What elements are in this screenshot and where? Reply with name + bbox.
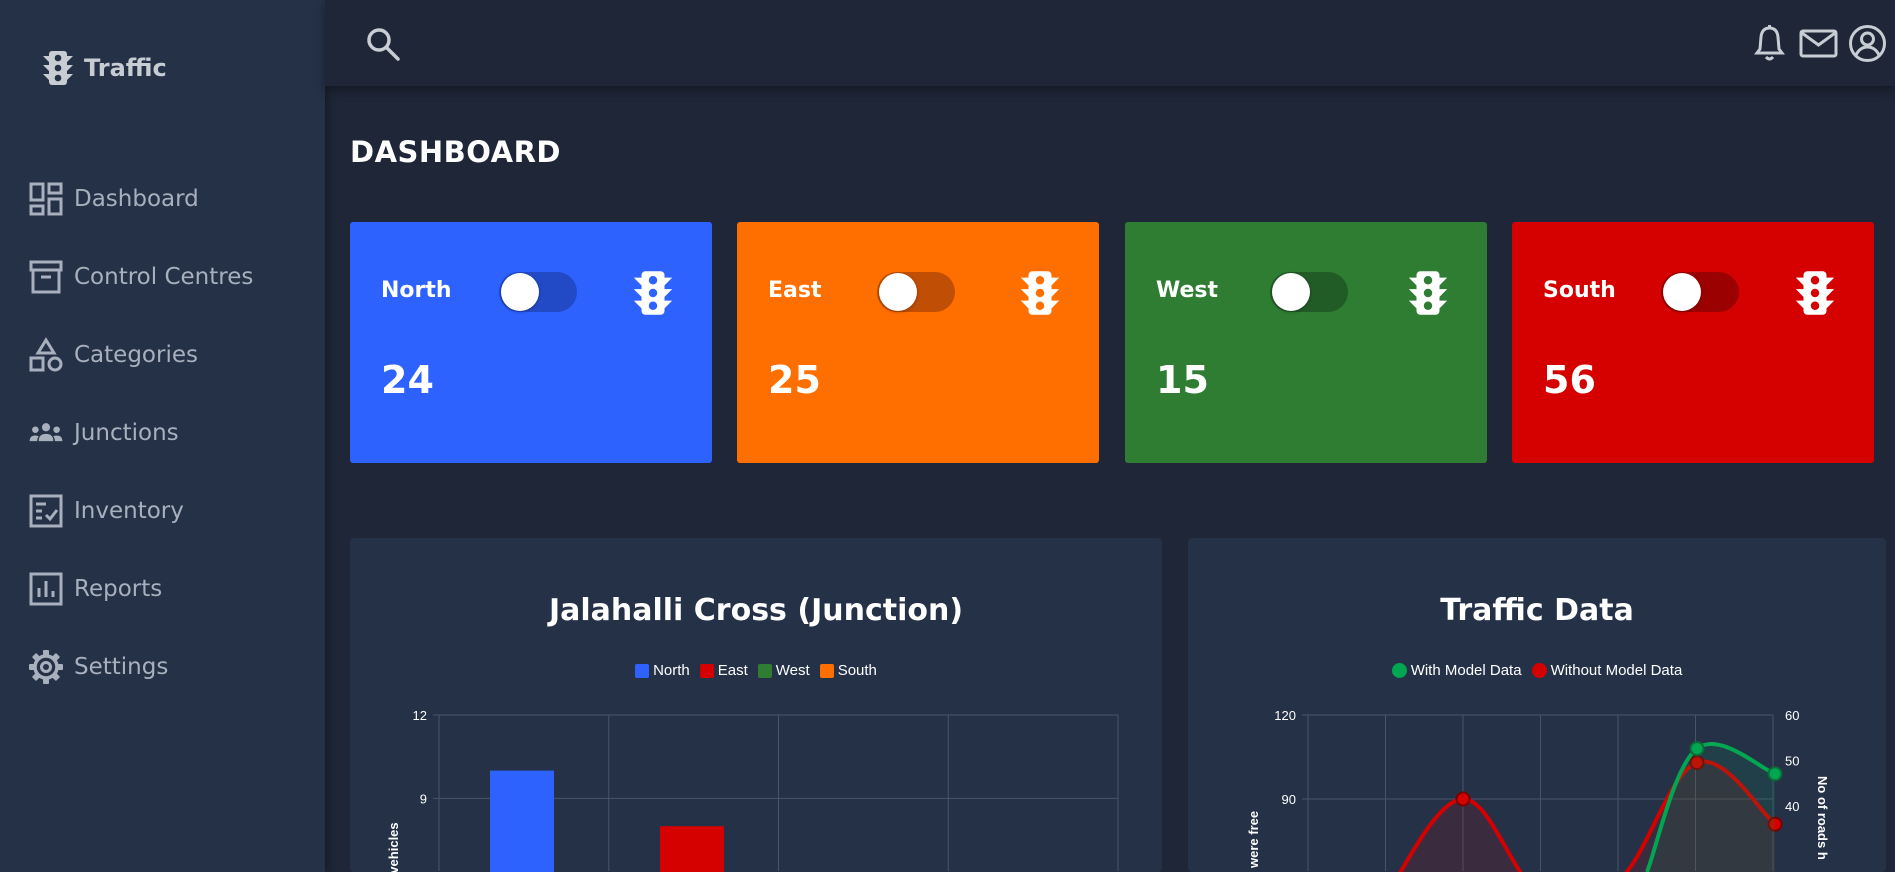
toggle-knob — [501, 273, 539, 311]
user-account-icon[interactable] — [1848, 24, 1887, 63]
y-axis-label-left: were free — [1246, 811, 1261, 869]
data-point — [1767, 766, 1783, 782]
traffic-light-icon — [1020, 271, 1060, 315]
brand[interactable]: Traffic — [42, 50, 167, 86]
search-icon[interactable] — [365, 26, 401, 62]
sidebar: Traffic Dashboard Control Centres Catego… — [0, 0, 325, 872]
y-tick-label: 9 — [420, 791, 427, 806]
data-point — [1689, 741, 1705, 757]
y-tick-label-right: 50 — [1785, 753, 1799, 768]
toggle-knob — [1663, 273, 1701, 311]
bell-icon[interactable] — [1750, 24, 1789, 63]
direction-card-north: North 24 — [350, 222, 712, 463]
y-tick-label: 90 — [1282, 792, 1296, 807]
archive-icon — [29, 260, 63, 294]
gear-icon — [29, 650, 63, 684]
bar-east — [660, 826, 724, 872]
bar-chart: 12 9 vehicles — [386, 708, 1119, 872]
mail-icon[interactable] — [1799, 24, 1838, 63]
card-value: 56 — [1543, 358, 1596, 402]
sidebar-item-settings[interactable]: Settings — [0, 628, 325, 706]
sidebar-item-inventory[interactable]: Inventory — [0, 472, 325, 550]
line-chart: 120 90 60 50 40 were free No of roads h — [1246, 708, 1830, 872]
toggle-knob — [879, 273, 917, 311]
y-tick-label-right: 60 — [1785, 708, 1799, 723]
sidebar-item-categories[interactable]: Categories — [0, 316, 325, 394]
bar-chart-icon — [29, 572, 63, 606]
toggle-knob — [1272, 273, 1310, 311]
card-value: 25 — [768, 358, 821, 402]
bar-north — [490, 770, 554, 872]
direction-card-south: South 56 — [1512, 222, 1874, 463]
y-axis-label-right: No of roads h — [1815, 776, 1830, 860]
direction-toggle[interactable] — [1661, 272, 1739, 312]
sidebar-item-label: Reports — [74, 576, 163, 602]
sidebar-item-label: Inventory — [74, 498, 184, 524]
sidebar-item-label: Control Centres — [74, 264, 254, 290]
checklist-icon — [29, 494, 63, 528]
direction-card-west: West 15 — [1125, 222, 1487, 463]
sidebar-nav: Dashboard Control Centres Categories Jun… — [0, 160, 325, 706]
dashboard-icon — [29, 182, 63, 216]
top-actions — [1750, 24, 1887, 63]
card-value: 15 — [1156, 358, 1209, 402]
y-tick-label: 120 — [1274, 708, 1296, 723]
traffic-light-icon — [1795, 271, 1835, 315]
card-value: 24 — [381, 358, 434, 402]
sidebar-item-junctions[interactable]: Junctions — [0, 394, 325, 472]
data-point — [1455, 791, 1471, 807]
y-tick-label: 12 — [413, 708, 427, 723]
direction-toggle[interactable] — [877, 272, 955, 312]
people-group-icon — [29, 423, 63, 442]
sidebar-item-label: Categories — [74, 342, 198, 368]
top-bar — [325, 0, 1895, 86]
y-axis-label: vehicles — [386, 822, 401, 872]
sidebar-item-label: Settings — [74, 654, 169, 680]
card-label: East — [768, 278, 822, 303]
sidebar-item-dashboard[interactable]: Dashboard — [0, 160, 325, 238]
sidebar-item-label: Dashboard — [74, 186, 199, 212]
direction-toggle[interactable] — [1270, 272, 1348, 312]
traffic-light-icon — [43, 51, 73, 85]
direction-toggle[interactable] — [499, 272, 577, 312]
sidebar-item-control-centres[interactable]: Control Centres — [0, 238, 325, 316]
shapes-icon — [29, 337, 63, 372]
direction-card-east: East 25 — [737, 222, 1099, 463]
brand-name: Traffic — [84, 54, 167, 82]
card-label: West — [1156, 278, 1219, 303]
traffic-light-icon — [633, 271, 673, 315]
y-tick-label-right: 40 — [1785, 799, 1799, 814]
card-label: North — [381, 278, 452, 303]
page-title: DASHBOARD — [350, 135, 561, 169]
card-label: South — [1543, 278, 1616, 303]
junction-chart-panel: Jalahalli Cross (Junction) North East We… — [350, 538, 1162, 872]
traffic-light-icon — [1408, 271, 1448, 315]
traffic-data-panel: Traffic Data With Model Data Without Mod… — [1188, 538, 1886, 872]
sidebar-item-reports[interactable]: Reports — [0, 550, 325, 628]
sidebar-item-label: Junctions — [74, 420, 179, 446]
